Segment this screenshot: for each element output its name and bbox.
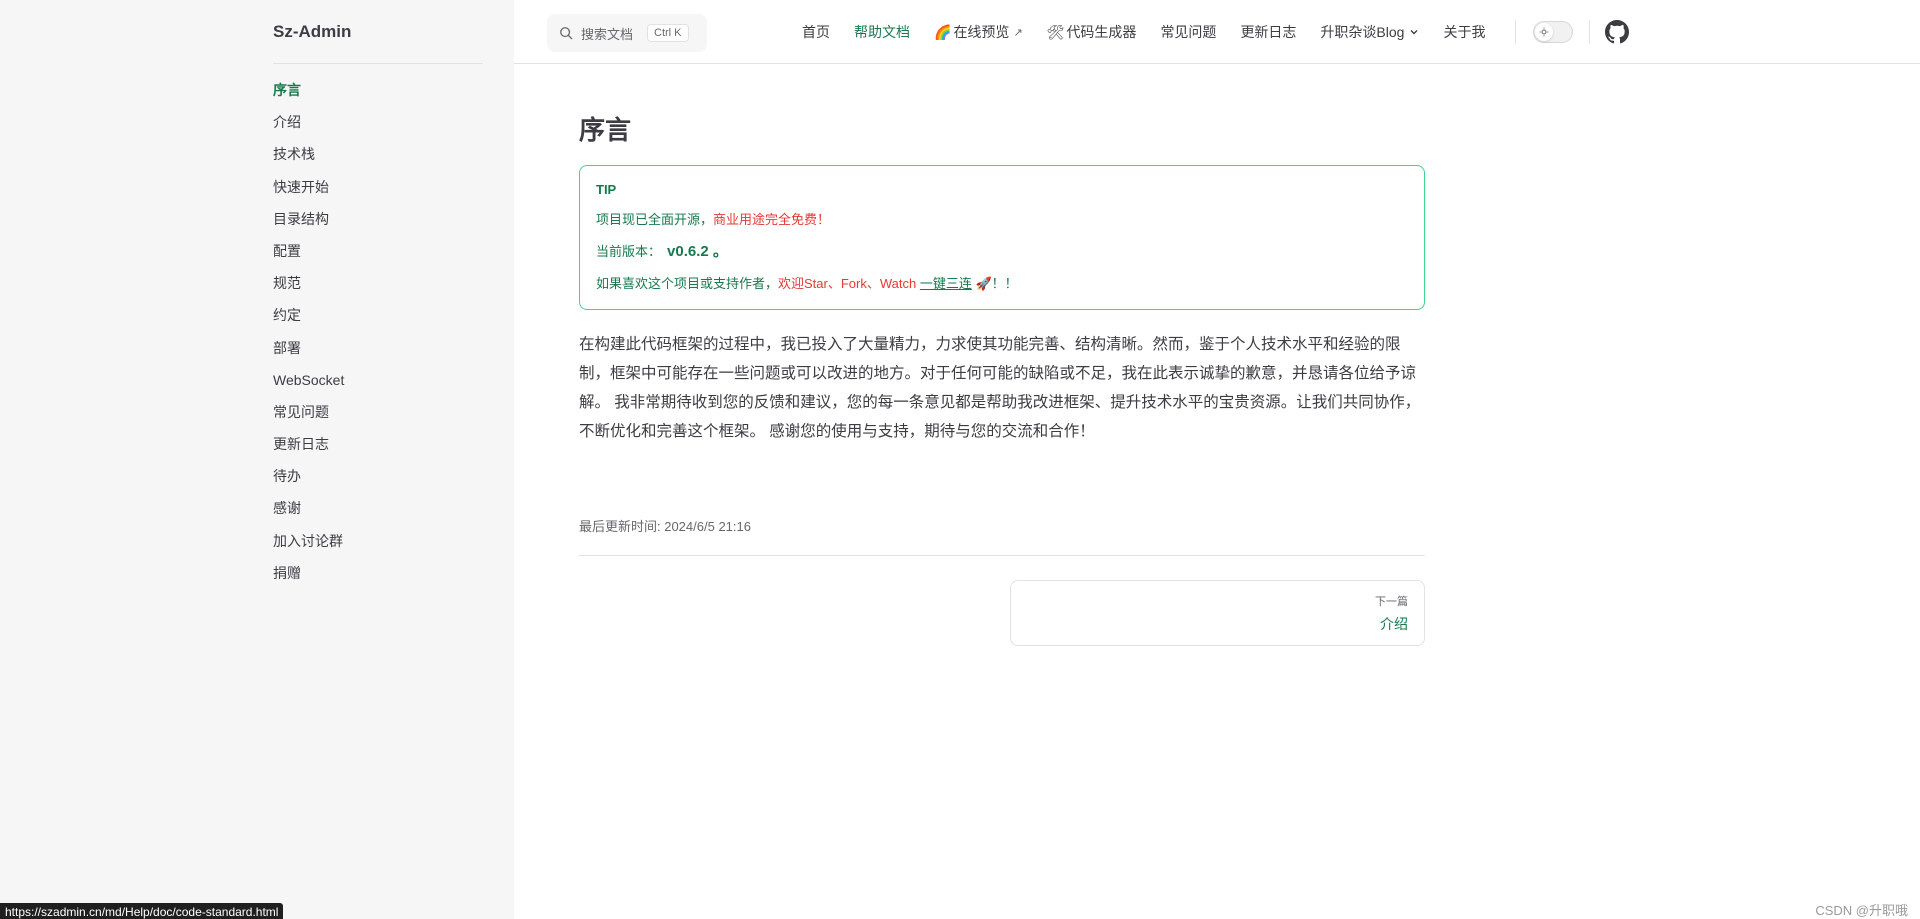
- search-button[interactable]: 搜索文档 Ctrl K: [547, 14, 707, 52]
- preface-paragraph: 在构建此代码框架的过程中，我已投入了大量精力，力求使其功能完善、结构清晰。然而，…: [579, 336, 1421, 440]
- nav-preview[interactable]: 🌈 在线预览 ↗: [934, 22, 1023, 42]
- nav-docs[interactable]: 帮助文档: [854, 22, 910, 42]
- tip-line-version: 当前版本： v0.6.2 。: [596, 243, 1408, 261]
- rocket-icon: 🚀: [975, 276, 992, 291]
- sidebar-item-deploy[interactable]: 部署: [273, 336, 483, 368]
- search-icon: [560, 27, 573, 40]
- nav-code-generator[interactable]: 🛠 代码生成器: [1047, 22, 1137, 42]
- nav-code-generator-label: 代码生成器: [1066, 24, 1137, 40]
- sidebar-item-todo[interactable]: 待办: [273, 464, 483, 496]
- sidebar-item-donate[interactable]: 捐赠: [273, 561, 483, 593]
- main-content: 序言 TIP 项目现已全面开源，商业用途完全免费！ 当前版本： v0.6.2 。 …: [579, 110, 1425, 646]
- sidebar-item-quick-start[interactable]: 快速开始: [273, 175, 483, 207]
- last-updated: 最后更新时间: 2024/6/5 21:16: [579, 519, 751, 534]
- nav-links: 首页 帮助文档 🌈 在线预览 ↗ 🛠 代码生成器 常见问题 更新日志 升职杂谈B…: [802, 0, 1509, 64]
- sidebar-item-join-group[interactable]: 加入讨论群: [273, 529, 483, 561]
- sidebar-item-tech-stack[interactable]: 技术栈: [273, 142, 483, 174]
- sidebar-item-preface[interactable]: 序言: [273, 78, 483, 110]
- tip-text: 如果喜欢这个项目或支持作者，: [596, 276, 779, 291]
- tip-text: 项目现已全面开源，: [596, 212, 714, 227]
- nav-blog-label: 升职杂谈Blog: [1320, 24, 1405, 40]
- tip-text: ！: [817, 212, 831, 227]
- sidebar-item-config[interactable]: 配置: [273, 239, 483, 271]
- tip-emphasis: 商业用途完全免费: [713, 212, 818, 227]
- tip-text: ！！: [991, 276, 1018, 291]
- nav-separator: [1515, 20, 1516, 44]
- version-badge: v0.6.2 。: [667, 243, 728, 260]
- rainbow-icon: 🌈: [934, 23, 952, 40]
- site-title[interactable]: Sz-Admin: [273, 22, 351, 42]
- watermark: CSDN @升职哦: [1815, 903, 1908, 918]
- sun-icon: [1535, 23, 1553, 41]
- next-page-title: 介绍: [1380, 616, 1408, 632]
- top-navbar: 搜索文档 Ctrl K 首页 帮助文档 🌈 在线预览 ↗ 🛠 代码生成器 常见问…: [514, 0, 1920, 64]
- nav-changelog[interactable]: 更新日志: [1240, 22, 1296, 42]
- sidebar-item-intro[interactable]: 介绍: [273, 110, 483, 142]
- tools-icon: 🛠: [1046, 23, 1065, 40]
- nav-about[interactable]: 关于我: [1443, 22, 1485, 42]
- sidebar: Sz-Admin 序言 介绍 技术栈 快速开始 目录结构 配置 规范 约定 部署…: [0, 0, 514, 919]
- tip-emphasis: 欢迎Star、Fork、Watch: [778, 276, 917, 291]
- theme-toggle[interactable]: [1533, 21, 1573, 43]
- status-bar-url: https://szadmin.cn/md/Help/doc/code-stan…: [0, 903, 284, 919]
- search-placeholder: 搜索文档: [581, 26, 634, 42]
- chevron-down-icon: [1410, 30, 1418, 35]
- sidebar-item-convention[interactable]: 约定: [273, 303, 483, 335]
- next-page-label: 下一篇: [1375, 596, 1408, 608]
- nav-blog-dropdown[interactable]: 升职杂谈Blog: [1320, 22, 1419, 42]
- nav-home[interactable]: 首页: [802, 22, 830, 42]
- nav-faq[interactable]: 常见问题: [1160, 22, 1216, 42]
- one-click-link[interactable]: 一键三连: [920, 276, 972, 291]
- github-icon[interactable]: [1605, 20, 1629, 44]
- nav-preview-label: 在线预览: [953, 24, 1010, 40]
- page-title: 序言: [579, 115, 632, 145]
- footer-divider: [579, 555, 1425, 556]
- tip-text: 当前版本：: [596, 244, 662, 259]
- tip-title: TIP: [596, 182, 617, 197]
- sidebar-divider: [273, 63, 483, 64]
- nav-separator: [1589, 20, 1590, 44]
- sidebar-item-thanks[interactable]: 感谢: [273, 496, 483, 528]
- sidebar-item-changelog[interactable]: 更新日志: [273, 432, 483, 464]
- tip-line-open-source: 项目现已全面开源，商业用途完全免费！: [596, 211, 1408, 229]
- tip-line-support: 如果喜欢这个项目或支持作者，欢迎Star、Fork、Watch 一键三连 🚀！！: [596, 275, 1408, 293]
- sidebar-nav: 序言 介绍 技术栈 快速开始 目录结构 配置 规范 约定 部署 WebSocke…: [273, 78, 483, 593]
- search-shortcut-badge: Ctrl K: [647, 24, 689, 42]
- next-page-link[interactable]: 下一篇 介绍: [1010, 580, 1425, 646]
- sidebar-item-faq[interactable]: 常见问题: [273, 400, 483, 432]
- sidebar-item-directory[interactable]: 目录结构: [273, 207, 483, 239]
- external-link-icon: ↗: [1013, 26, 1023, 39]
- sidebar-item-standard[interactable]: 规范: [273, 271, 483, 303]
- tip-box: TIP 项目现已全面开源，商业用途完全免费！ 当前版本： v0.6.2 。 如果喜…: [579, 165, 1425, 310]
- sidebar-item-websocket[interactable]: WebSocket: [273, 368, 483, 400]
